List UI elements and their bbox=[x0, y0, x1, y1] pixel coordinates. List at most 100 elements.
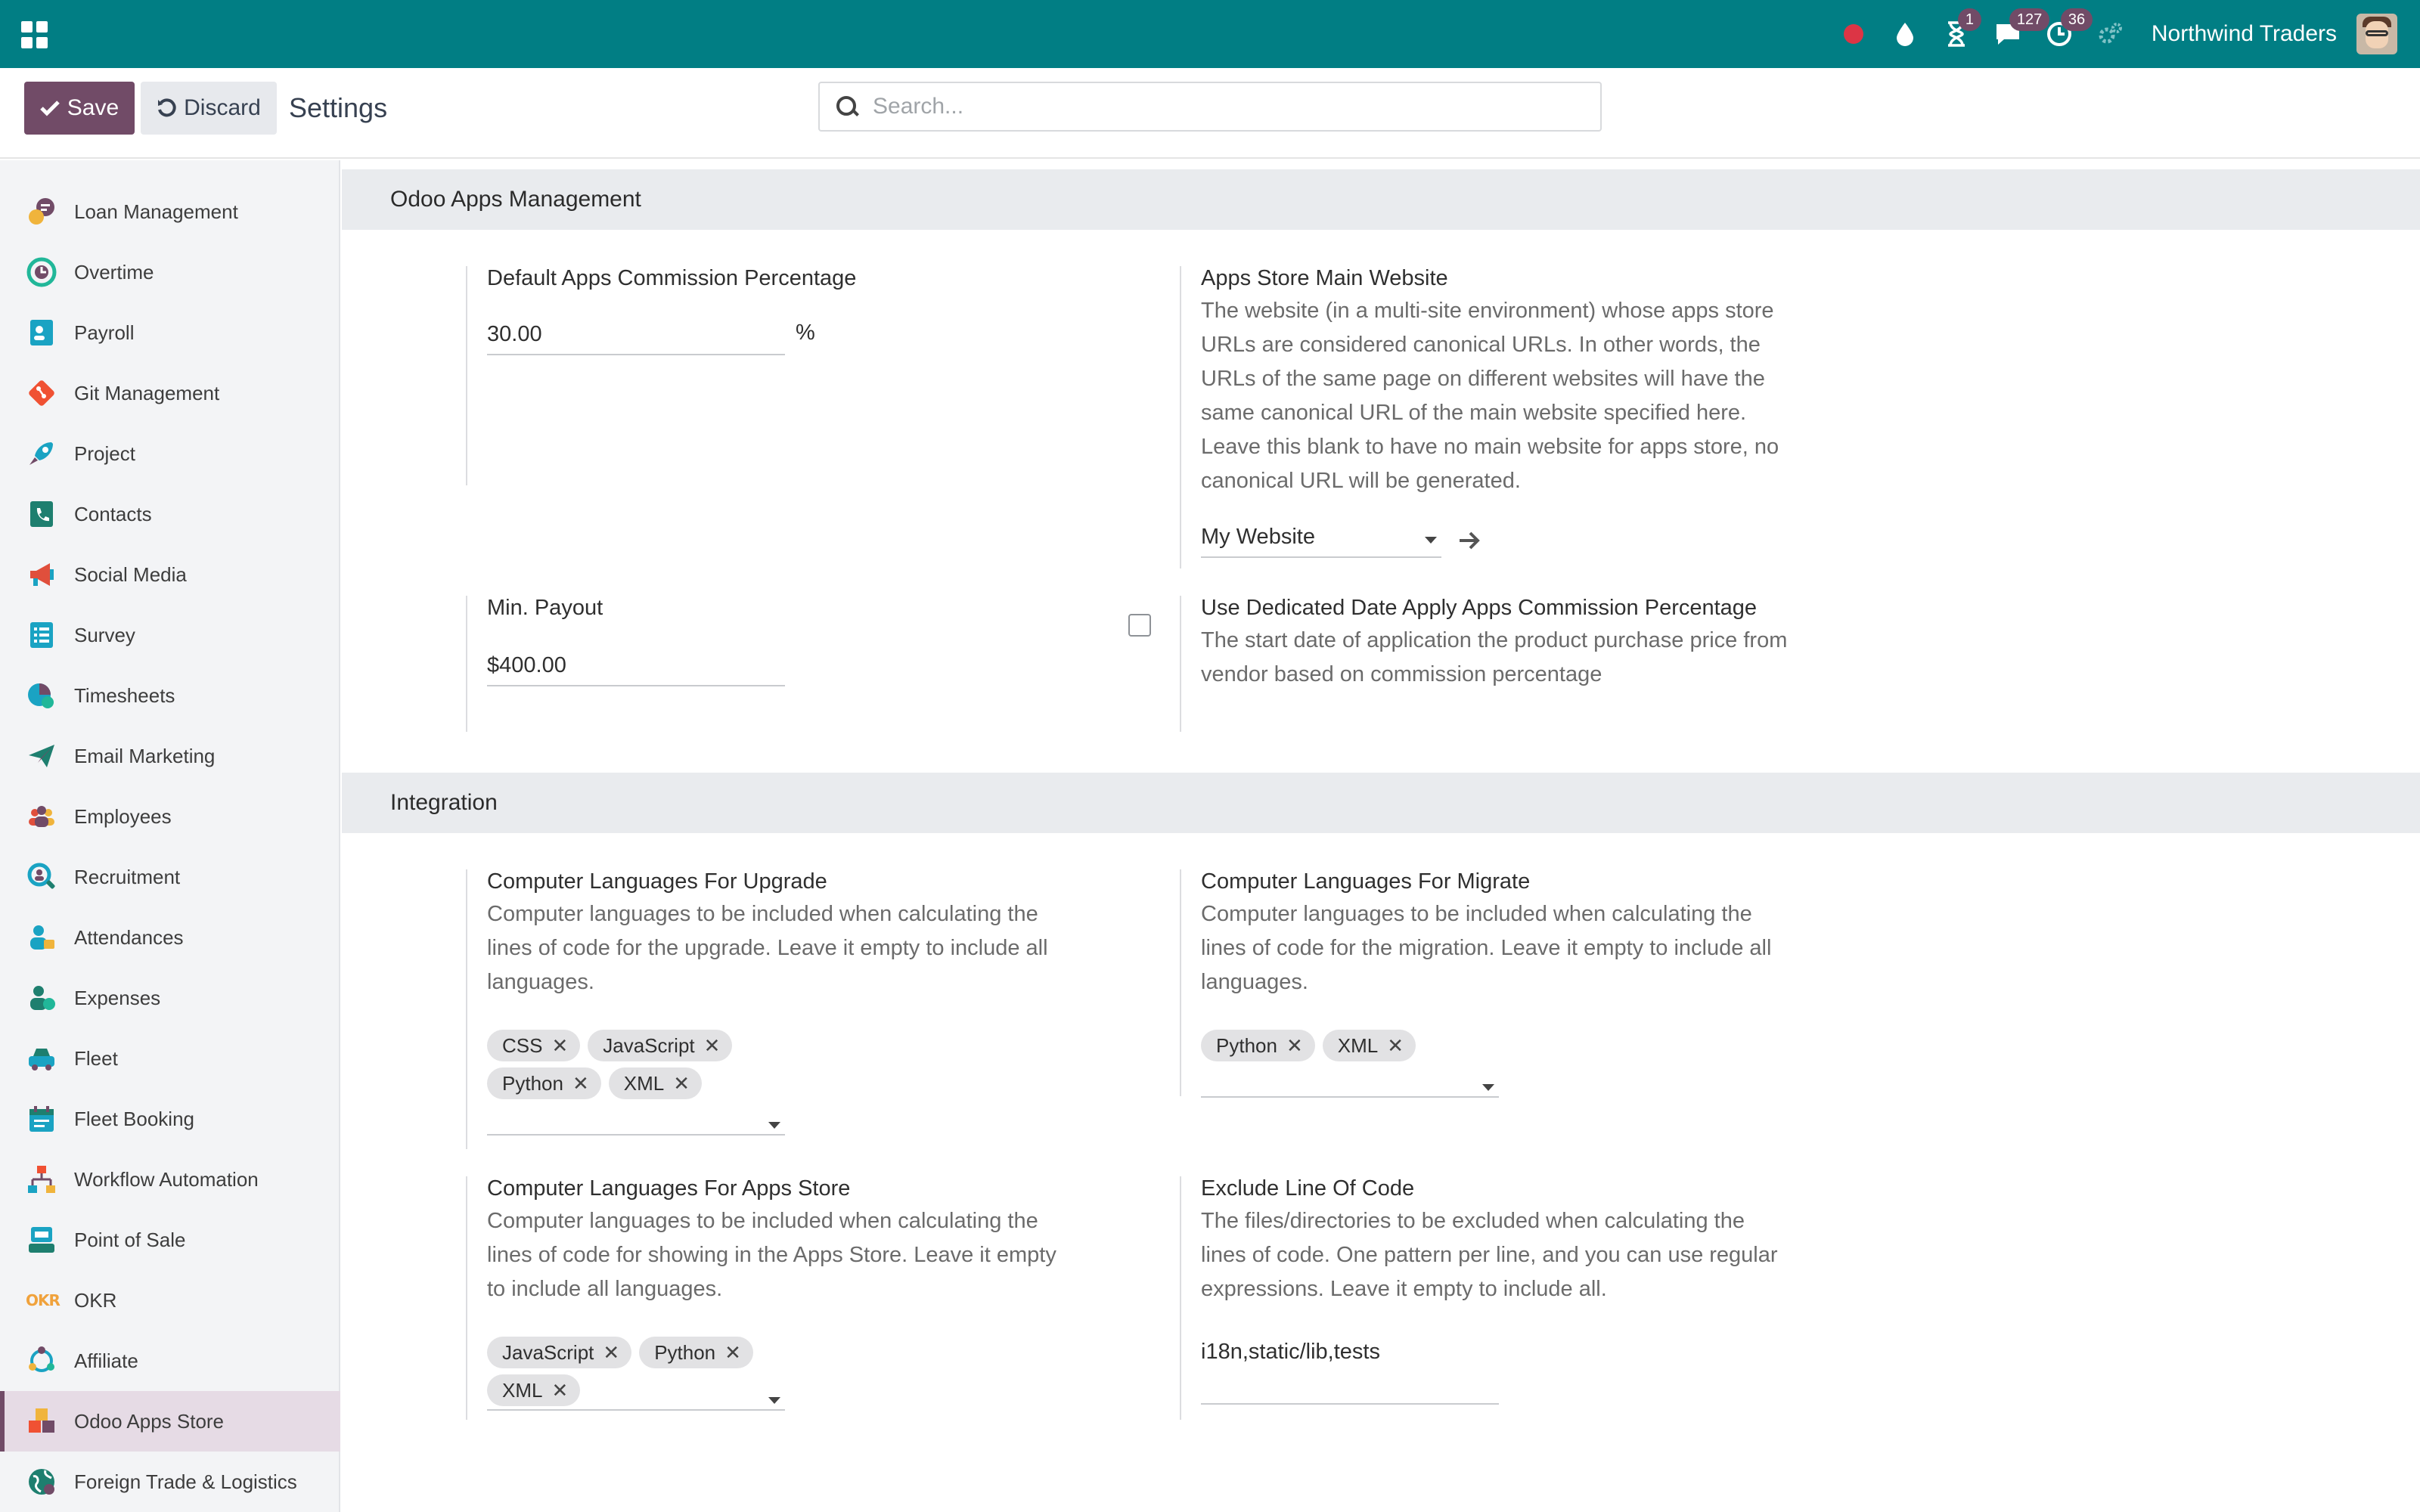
tag-label: XML bbox=[1337, 1033, 1379, 1057]
sidebar-item-label: Fleet Booking bbox=[74, 1107, 194, 1130]
sidebar-item-label: Survey bbox=[74, 623, 135, 646]
setting-description: The start date of application the produc… bbox=[1201, 628, 1788, 686]
sidebar-item-survey[interactable]: Survey bbox=[0, 605, 340, 665]
top-navbar: 1 127 36 Northwind Traders bbox=[0, 0, 2420, 68]
sidebar-item-label: Project bbox=[74, 442, 135, 465]
setting-description: The website (in a multi-site environment… bbox=[1201, 299, 1779, 493]
setting-title: Default Apps Commission Percentage bbox=[487, 266, 857, 290]
apps-store-languages-input[interactable] bbox=[487, 1374, 785, 1411]
remove-tag-icon[interactable]: ✕ bbox=[704, 1034, 721, 1058]
sidebar-item-label: Point of Sale bbox=[74, 1228, 186, 1251]
sidebar-item-loan-management[interactable]: Loan Management bbox=[0, 181, 340, 242]
setting-title: Use Dedicated Date Apply Apps Commission… bbox=[1201, 596, 1758, 620]
migrate-languages-input[interactable] bbox=[1201, 1067, 1499, 1098]
sidebar-item-label: Attendances bbox=[74, 925, 184, 949]
tag-label: JavaScript bbox=[603, 1033, 695, 1057]
apps-store-cubes-icon bbox=[26, 1405, 57, 1437]
external-link-arrow-icon[interactable] bbox=[1458, 531, 1481, 550]
sidebar-item-git-management[interactable]: Git Management bbox=[0, 363, 340, 423]
dropdown-caret-icon bbox=[768, 1397, 780, 1404]
navbar-systray: 1 127 36 Northwind Traders bbox=[1828, 0, 2397, 68]
sidebar-item-attendances[interactable]: Attendances bbox=[0, 907, 340, 968]
tag-label: XML bbox=[623, 1071, 665, 1095]
timer-clock-icon[interactable]: 36 bbox=[2044, 8, 2093, 49]
sidebar-item-workflow-automation[interactable]: Workflow Automation bbox=[0, 1149, 340, 1210]
sidebar-item-social-media[interactable]: Social Media bbox=[0, 544, 340, 605]
employees-icon bbox=[26, 801, 57, 832]
remove-tag-icon[interactable]: ✕ bbox=[551, 1034, 568, 1058]
min-payout-input[interactable]: $400.00 bbox=[487, 650, 785, 686]
setting-title: Computer Languages For Upgrade bbox=[487, 869, 827, 894]
messages-chat-icon[interactable]: 127 bbox=[1993, 8, 2050, 49]
remove-tag-icon[interactable]: ✕ bbox=[1286, 1034, 1303, 1058]
sidebar-item-overtime[interactable]: Overtime bbox=[0, 242, 340, 302]
search-icon bbox=[835, 94, 859, 119]
remove-tag-icon[interactable]: ✕ bbox=[673, 1072, 690, 1095]
remove-tag-icon[interactable]: ✕ bbox=[724, 1341, 741, 1365]
sidebar-item-odoo-apps-store[interactable]: Odoo Apps Store bbox=[0, 1391, 340, 1452]
user-avatar[interactable] bbox=[2356, 14, 2397, 54]
search-bar[interactable] bbox=[818, 82, 1602, 132]
sidebar-item-label: Git Management bbox=[74, 381, 220, 404]
upgrade-languages-tags: CSS ✕ JavaScript ✕ Python ✕ XML ✕ bbox=[487, 1030, 805, 1105]
record-status-icon[interactable] bbox=[1838, 19, 1869, 49]
recruitment-magnifier-icon bbox=[26, 861, 57, 893]
search-input[interactable] bbox=[873, 94, 1553, 119]
droplet-icon[interactable] bbox=[1890, 19, 1920, 49]
activities-count-badge: 1 bbox=[1957, 8, 1982, 31]
sidebar-item-payroll[interactable]: Payroll bbox=[0, 302, 340, 363]
sidebar-item-label: Social Media bbox=[74, 562, 187, 586]
sidebar-item-point-of-sale[interactable]: Point of Sale bbox=[0, 1210, 340, 1270]
setting-description: Computer languages to be included when c… bbox=[1201, 902, 1772, 994]
setting-min-payout: Min. Payout $400.00 bbox=[466, 596, 920, 732]
project-rocket-icon bbox=[26, 438, 57, 469]
sidebar-item-expenses[interactable]: Expenses bbox=[0, 968, 340, 1028]
activities-hourglass-icon[interactable]: 1 bbox=[1941, 8, 1982, 49]
sidebar-item-label: Email Marketing bbox=[74, 744, 216, 767]
sidebar-item-recruitment[interactable]: Recruitment bbox=[0, 847, 340, 907]
remove-tag-icon[interactable]: ✕ bbox=[1387, 1034, 1404, 1058]
sidebar-item-okr[interactable]: OKR OKR bbox=[0, 1270, 340, 1331]
discard-label: Discard bbox=[184, 95, 261, 120]
sidebar-item-label: Payroll bbox=[74, 321, 135, 344]
settings-main: Odoo Apps Management Default Apps Commis… bbox=[342, 160, 2420, 1512]
sidebar-item-employees[interactable]: Employees bbox=[0, 786, 340, 847]
tag-javascript: JavaScript ✕ bbox=[588, 1030, 733, 1061]
company-switcher[interactable]: Northwind Traders bbox=[2152, 21, 2337, 47]
save-label: Save bbox=[67, 95, 119, 120]
tag-python: Python ✕ bbox=[639, 1337, 753, 1368]
sidebar-item-label: Contacts bbox=[74, 502, 152, 525]
sidebar-item-fleet[interactable]: Fleet bbox=[0, 1028, 340, 1089]
commission-percentage-input[interactable]: 30.00 bbox=[487, 319, 785, 355]
tag-xml: XML ✕ bbox=[608, 1067, 703, 1099]
sidebar-item-fleet-booking[interactable]: Fleet Booking bbox=[0, 1089, 340, 1149]
main-website-select[interactable]: My Website bbox=[1201, 522, 1441, 558]
upgrade-languages-input[interactable] bbox=[487, 1105, 785, 1136]
sidebar-item-affiliate[interactable]: Affiliate bbox=[0, 1331, 340, 1391]
setting-title: Computer Languages For Apps Store bbox=[487, 1176, 851, 1201]
dropdown-caret-icon bbox=[1425, 537, 1437, 544]
calendar-icon bbox=[26, 1103, 57, 1135]
apps-menu-icon[interactable] bbox=[21, 21, 48, 48]
discard-button[interactable]: Discard bbox=[141, 82, 277, 135]
pos-icon bbox=[26, 1224, 57, 1256]
exclude-patterns-textarea[interactable]: i18n,static/lib,tests bbox=[1201, 1340, 1499, 1405]
save-button[interactable]: Save bbox=[24, 82, 135, 135]
sidebar-item-label: OKR bbox=[74, 1288, 117, 1312]
sidebar-item-email-marketing[interactable]: Email Marketing bbox=[0, 726, 340, 786]
tag-python: Python ✕ bbox=[1201, 1030, 1315, 1061]
tag-python: Python ✕ bbox=[487, 1067, 601, 1099]
setting-languages-apps-store: Computer Languages For Apps Store Comput… bbox=[466, 1176, 1131, 1420]
setting-main-website: Apps Store Main Website The website (in … bbox=[1180, 266, 1845, 569]
sidebar-item-timesheets[interactable]: Timesheets bbox=[0, 665, 340, 726]
remove-tag-icon[interactable]: ✕ bbox=[572, 1072, 589, 1095]
sidebar-item-project[interactable]: Project bbox=[0, 423, 340, 484]
dedicated-date-checkbox[interactable] bbox=[1128, 614, 1151, 637]
timesheets-icon bbox=[26, 680, 57, 711]
settings-gears-icon[interactable] bbox=[2096, 19, 2126, 49]
sidebar-item-label: Overtime bbox=[74, 260, 154, 284]
sidebar-item-contacts[interactable]: Contacts bbox=[0, 484, 340, 544]
setting-exclude-line-of-code: Exclude Line Of Code The files/directori… bbox=[1180, 1176, 1845, 1420]
remove-tag-icon[interactable]: ✕ bbox=[603, 1341, 619, 1365]
sidebar-item-foreign-trade-logistics[interactable]: Foreign Trade & Logistics bbox=[0, 1452, 340, 1512]
